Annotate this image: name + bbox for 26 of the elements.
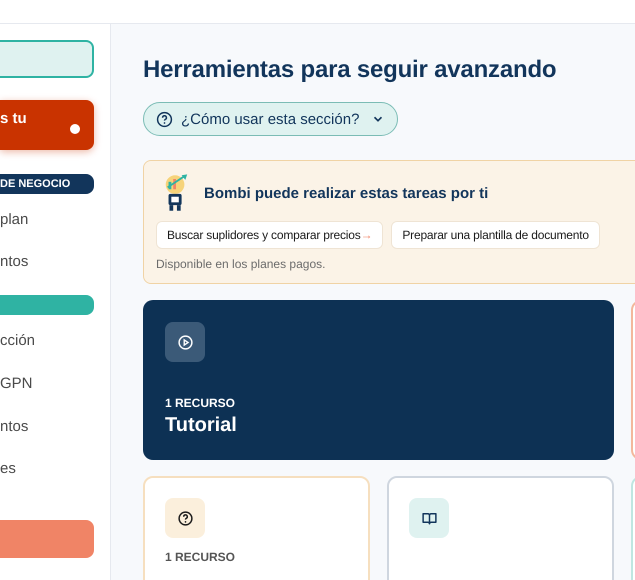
sidebar-card[interactable] <box>0 520 94 558</box>
book-icon <box>409 498 449 538</box>
resource-count: 1 RECURSO <box>165 396 236 410</box>
resource-title: Tutorial <box>165 414 238 437</box>
page-title: Herramientas para seguir avanzando <box>143 56 558 84</box>
sidebar-item[interactable]: GPN <box>0 374 94 417</box>
resource-card[interactable]: 1 RECURSO Tutorial <box>143 300 614 460</box>
task-chip[interactable]: Preparar una plantilla de documento <box>391 221 600 249</box>
section-header: DE NEGOCIO <box>0 174 94 194</box>
alert-card[interactable]: s tu <box>0 100 94 150</box>
help-dropdown[interactable]: ¿Cómo usar esta sección? <box>143 102 398 136</box>
alert-text: s tu <box>0 110 27 127</box>
resource-card[interactable]: 1 RECURSO <box>143 476 370 580</box>
resource-count: 1 RECURSO <box>165 550 236 564</box>
task-chip[interactable]: Buscar suplidores y comparar precios→ <box>156 221 384 249</box>
sidebar-item[interactable]: plan <box>0 210 94 252</box>
sidebar-item[interactable]: ntos <box>0 416 94 460</box>
assistant-title: Bombi puede realizar estas tareas por ti <box>204 184 488 202</box>
sidebar-card[interactable] <box>0 40 94 78</box>
help-icon <box>156 110 173 128</box>
availability-note: Disponible en los planes pagos. <box>156 257 326 271</box>
play-icon <box>165 322 205 362</box>
help-icon <box>165 498 205 538</box>
sidebar-item[interactable]: cción <box>0 331 94 374</box>
sidebar-item[interactable]: es <box>0 459 94 502</box>
sidebar-item[interactable]: ntos <box>0 252 94 296</box>
